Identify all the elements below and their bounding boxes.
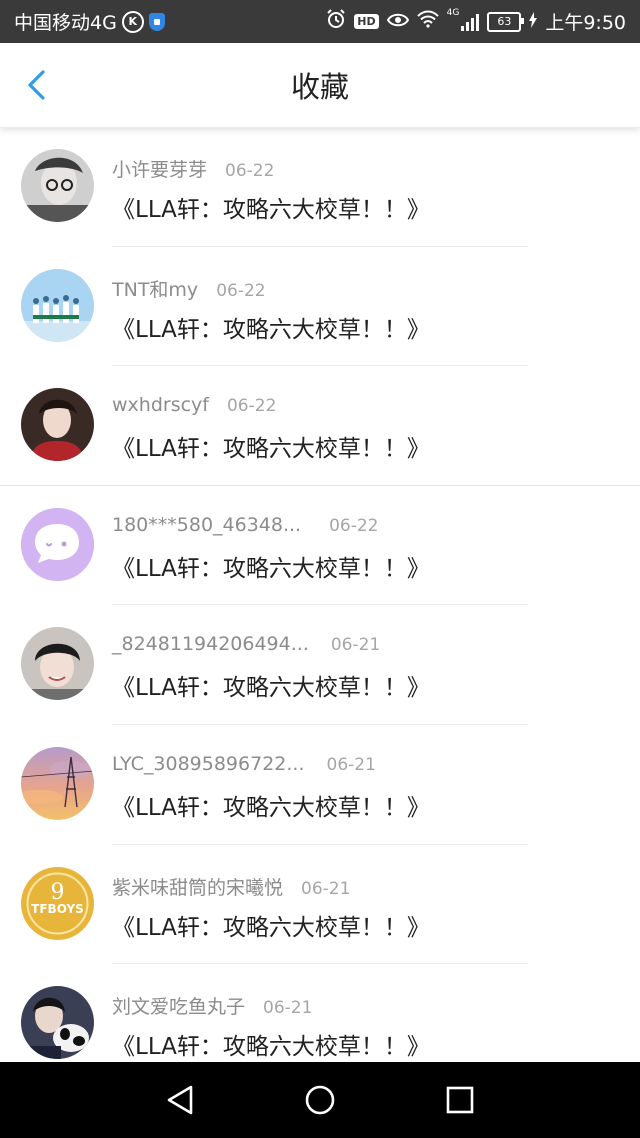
battery-icon: 63 <box>487 11 525 32</box>
article-title[interactable]: 《LLA轩：攻略六大校草！！》 <box>112 1027 430 1061</box>
alarm-icon <box>326 9 346 34</box>
nav-recents-button[interactable] <box>440 1080 480 1120</box>
page-header: 收藏 <box>0 43 640 128</box>
avatar[interactable] <box>21 507 94 581</box>
date: 06-21 <box>301 878 351 899</box>
network-type-label: 4G <box>446 8 460 18</box>
avatar[interactable] <box>21 986 94 1060</box>
shield-icon <box>148 12 165 31</box>
username: TNT和my <box>112 278 199 301</box>
list-item[interactable]: 9 TFBOYS 紫米味甜筒的宋曦悦 06-21 《LLA轩：攻略六大校草！！》 <box>0 845 640 965</box>
hd-icon: HD <box>354 14 379 29</box>
article-title[interactable]: 《LLA轩：攻略六大校草！！》 <box>112 429 430 463</box>
logo-text: TFBOYS <box>31 902 84 916</box>
article-title[interactable]: 《LLA轩：攻略六大校草！！》 <box>112 310 430 344</box>
article-title[interactable]: 《LLA轩：攻略六大校草！！》 <box>112 908 430 942</box>
date: 06-21 <box>330 635 381 656</box>
avatar[interactable] <box>21 268 94 342</box>
username: 紫米味甜筒的宋曦悦 <box>112 876 284 899</box>
triangle-back-icon <box>167 1085 193 1115</box>
username: 小许要芽芽 <box>112 159 208 181</box>
date: 06-22 <box>226 396 277 417</box>
status-bar: 中国移动4G K HD 4G 63 上午9:50 <box>0 0 640 43</box>
list-item[interactable]: 刘文爱吃鱼丸子 06-21 《LLA轩：攻略六大校草！！》 <box>0 964 640 1062</box>
carrier-label: 中国移动4G <box>14 12 117 34</box>
tfboys-logo-icon: 9 TFBOYS <box>21 866 94 940</box>
signal-icon <box>461 13 480 31</box>
square-recents-icon <box>446 1086 474 1114</box>
back-button[interactable] <box>18 67 54 103</box>
article-title[interactable]: 《LLA轩：攻略六大校草！！》 <box>112 190 430 224</box>
article-title[interactable]: 《LLA轩：攻略六大校草！！》 <box>112 549 430 583</box>
list-item[interactable]: 小许要芽芽 06-22 《LLA轩：攻略六大校草！！》 <box>0 127 640 247</box>
username: LYC_30895896722... <box>112 752 305 775</box>
favorites-list: 小许要芽芽 06-22 《LLA轩：攻略六大校草！！》 TNT和my 06-22… <box>0 127 640 1062</box>
list-item[interactable]: wxhdrscyf 06-22 《LLA轩：攻略六大校草！！》 <box>0 366 640 486</box>
avatar[interactable]: 9 TFBOYS <box>21 866 94 940</box>
nav-back-button[interactable] <box>160 1080 200 1120</box>
battery-level: 63 <box>497 15 512 28</box>
list-item[interactable]: _82481194206494... 06-21 《LLA轩：攻略六大校草！！》 <box>0 605 640 725</box>
username: 刘文爱吃鱼丸子 <box>112 996 246 1019</box>
username: wxhdrscyf <box>112 394 209 417</box>
clock: 上午9:50 <box>545 12 626 34</box>
k-badge-icon: K <box>121 10 144 33</box>
date: 06-22 <box>216 280 266 301</box>
chevron-left-icon <box>28 70 45 100</box>
avatar[interactable] <box>21 627 94 701</box>
list-item[interactable]: TNT和my 06-22 《LLA轩：攻略六大校草！！》 <box>0 247 640 367</box>
system-nav-bar <box>0 1062 640 1138</box>
avatar[interactable] <box>21 388 94 462</box>
list-item[interactable]: LYC_30895896722... 06-21 《LLA轩：攻略六大校草！！》 <box>0 725 640 845</box>
date: 06-21 <box>263 998 313 1019</box>
username: _82481194206494... <box>112 633 309 656</box>
charging-icon <box>529 11 538 33</box>
circle-home-icon <box>305 1085 335 1115</box>
avatar[interactable] <box>21 746 94 820</box>
avatar[interactable] <box>21 149 94 222</box>
date: 06-22 <box>225 161 275 181</box>
list-item[interactable]: 180***580_46348... 06-22 《LLA轩：攻略六大校草！！》 <box>0 486 640 606</box>
article-title[interactable]: 《LLA轩：攻略六大校草！！》 <box>112 788 430 822</box>
username: 180***580_46348... <box>112 513 302 536</box>
wifi-icon <box>416 10 439 33</box>
chat-bubble-icon <box>21 507 94 581</box>
date: 06-21 <box>326 754 376 775</box>
page-title: 收藏 <box>290 70 349 104</box>
date: 06-22 <box>329 515 379 536</box>
article-title[interactable]: 《LLA轩：攻略六大校草！！》 <box>112 668 430 702</box>
eye-icon <box>386 11 409 33</box>
nav-home-button[interactable] <box>300 1080 340 1120</box>
